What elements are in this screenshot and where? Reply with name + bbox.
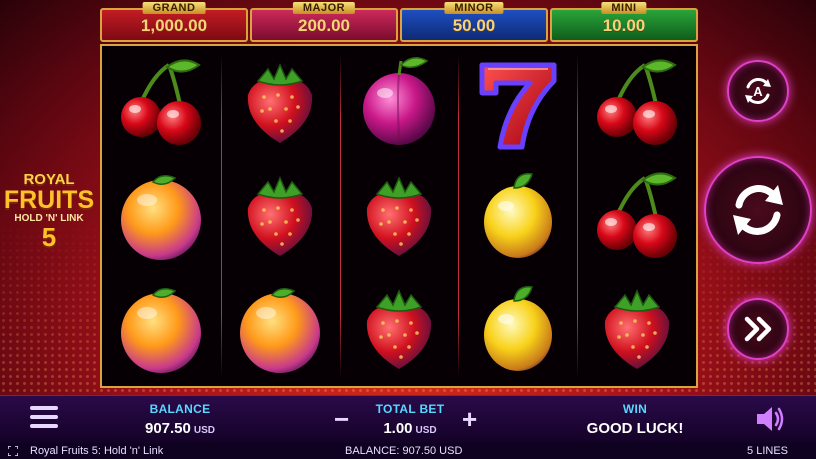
- increase-bet-button[interactable]: +: [462, 406, 477, 432]
- status-game-name: Royal Fruits 5: Hold 'n' Link: [30, 445, 164, 457]
- fullscreen-icon[interactable]: [8, 446, 18, 456]
- reel-symbol: [102, 273, 221, 386]
- reel-symbol: [221, 159, 340, 272]
- fast-forward-icon: [744, 316, 772, 342]
- balance-display: BALANCE 907.50 USD: [120, 402, 240, 437]
- jackpot-grand-value: 1,000.00: [140, 16, 208, 35]
- total-bet-label: TOTAL BET: [375, 402, 445, 416]
- reel-4: [458, 46, 577, 386]
- total-bet-display: TOTAL BET 1.00 USD: [360, 402, 460, 437]
- jackpot-minor: MINOR 50.00: [400, 2, 548, 42]
- jackpot-grand-label: GRAND: [142, 2, 206, 14]
- reel-symbol: [577, 273, 696, 386]
- reel-5: [577, 46, 696, 386]
- reel-symbol: [340, 159, 459, 272]
- reel-symbol: [577, 159, 696, 272]
- balance-currency: USD: [193, 425, 215, 436]
- win-label: WIN: [622, 402, 648, 416]
- reel-symbol: [577, 46, 696, 159]
- menu-icon[interactable]: [30, 406, 58, 432]
- strawberry-icon: [604, 289, 669, 370]
- status-lines: 5 LINES: [747, 445, 788, 457]
- strawberry-icon: [366, 176, 432, 256]
- orange-icon: [121, 288, 202, 374]
- total-bet-currency: USD: [415, 425, 437, 436]
- sound-icon[interactable]: [754, 404, 786, 434]
- reel-symbol: [340, 273, 459, 386]
- jackpot-major: MAJOR 200.00: [250, 2, 398, 42]
- reel-grid: [100, 44, 698, 388]
- reel-symbol: [458, 159, 577, 272]
- jackpot-grand: GRAND 1,000.00: [100, 2, 248, 42]
- control-bar: BALANCE 907.50 USD − TOTAL BET 1.00 USD + …: [0, 395, 816, 443]
- autoplay-letter: A: [753, 84, 763, 99]
- reel-symbol: [221, 273, 340, 386]
- reel-symbol: [221, 46, 340, 159]
- reel-symbol: [340, 46, 459, 159]
- balance-value: 907.50: [144, 420, 191, 437]
- jackpot-minor-label: MINOR: [444, 2, 504, 14]
- reel-3: [339, 46, 459, 386]
- jackpot-minor-value: 50.00: [452, 16, 496, 35]
- reel-symbol: [458, 273, 577, 386]
- jackpot-major-value: 200.00: [298, 16, 350, 35]
- spin-icon: [733, 185, 783, 235]
- jackpot-mini: MINI 10.00: [550, 2, 698, 42]
- orange-icon: [240, 288, 321, 374]
- strawberry-icon: [248, 176, 313, 256]
- win-display: WIN GOOD LUCK!: [560, 402, 710, 437]
- jackpot-mini-label: MINI: [601, 2, 647, 14]
- status-bar: Royal Fruits 5: Hold 'n' Link BALANCE: 9…: [0, 443, 816, 459]
- plum-icon: [362, 56, 435, 145]
- game-logo: ROYAL FRUITS HOLD 'N' LINK 5: [0, 172, 98, 250]
- cherry-icon: [596, 59, 677, 145]
- logo-line-1: ROYAL: [23, 171, 75, 188]
- autoplay-icon: A: [745, 78, 771, 104]
- lemon-icon: [483, 173, 552, 258]
- reel-1: [102, 46, 221, 386]
- jackpot-major-label: MAJOR: [292, 2, 356, 14]
- strawberry-icon: [248, 62, 313, 143]
- jackpot-bar: GRAND 1,000.00 MAJOR 200.00 MINOR 50.00 …: [100, 2, 698, 42]
- balance-label: BALANCE: [149, 402, 211, 416]
- win-value: GOOD LUCK!: [586, 420, 684, 437]
- strawberry-icon: [366, 289, 432, 370]
- autoplay-button[interactable]: A: [727, 60, 789, 122]
- status-balance: BALANCE: 907.50 USD: [345, 445, 463, 457]
- cherry-icon: [596, 172, 677, 258]
- reel-2: [220, 46, 340, 386]
- total-bet-value: 1.00: [383, 420, 413, 437]
- reel-symbol: [102, 46, 221, 159]
- seven-icon: [479, 62, 557, 150]
- reel-symbol: [458, 46, 577, 159]
- lemon-icon: [483, 286, 552, 372]
- jackpot-mini-value: 10.00: [602, 16, 646, 35]
- decrease-bet-button[interactable]: −: [334, 406, 349, 432]
- orange-icon: [121, 174, 202, 260]
- reel-symbol: [102, 159, 221, 272]
- cherry-icon: [121, 59, 202, 145]
- turbo-button[interactable]: [727, 298, 789, 360]
- logo-line-4: 5: [41, 222, 57, 252]
- spin-button[interactable]: [704, 156, 812, 264]
- logo-line-2: FRUITS: [3, 186, 95, 214]
